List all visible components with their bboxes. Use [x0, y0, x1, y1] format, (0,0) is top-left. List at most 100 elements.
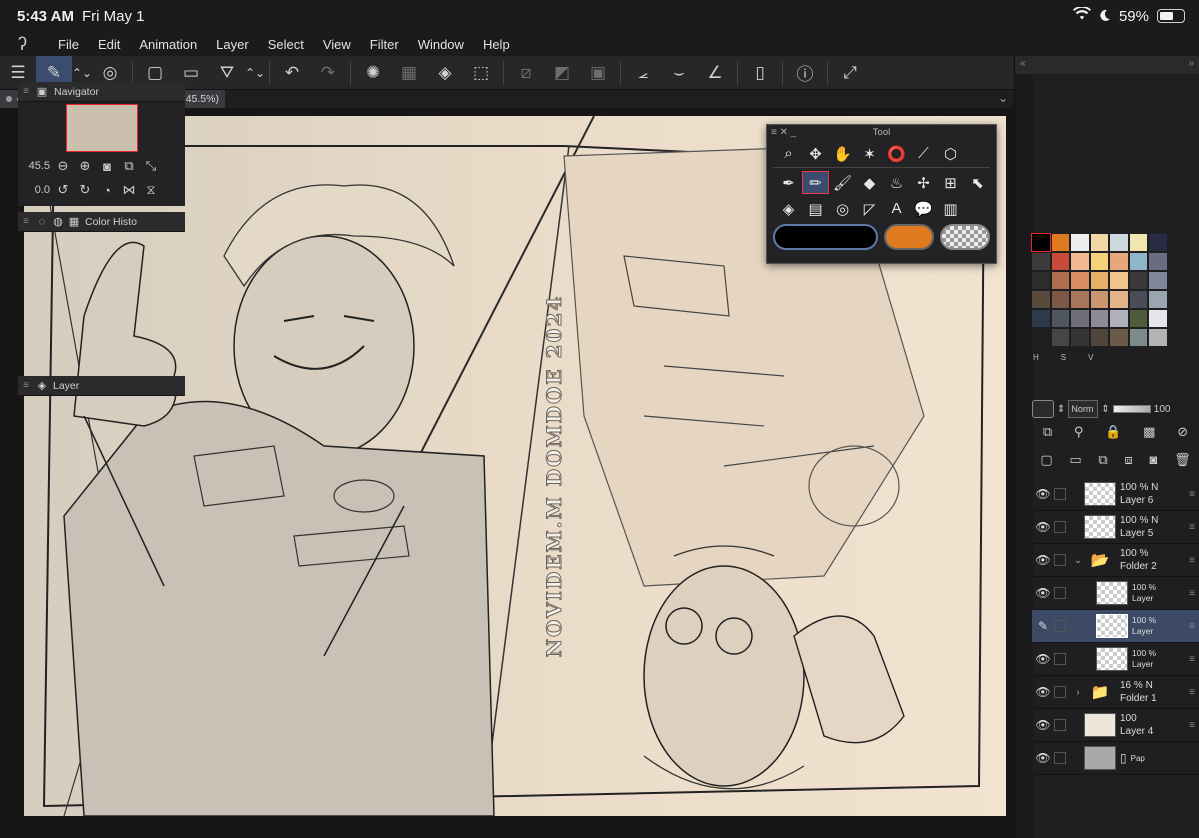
brush-tool-icon[interactable]: 🖌: [829, 171, 856, 194]
color-history-swatch[interactable]: [1051, 253, 1069, 270]
blend-mode-select[interactable]: Norm: [1068, 400, 1099, 418]
pencil-tool-icon[interactable]: ✏: [802, 171, 829, 194]
opacity-value[interactable]: 100: [1154, 404, 1171, 415]
main-color-swatch[interactable]: [773, 224, 878, 250]
color-history-swatch[interactable]: [1090, 253, 1108, 270]
transform-icon[interactable]: ⬚: [463, 56, 499, 90]
app-logo-icon[interactable]: ʔ: [0, 34, 58, 55]
zoom-tool-icon[interactable]: ⌕: [775, 142, 802, 165]
color-history-swatch[interactable]: [1071, 234, 1089, 251]
deselect-icon[interactable]: ⧄: [508, 56, 544, 90]
layer-row[interactable]: 👁 100 % Layer ≡: [1032, 643, 1199, 676]
layer-row[interactable]: 👁 100 % N Layer 6 ≡: [1032, 478, 1199, 511]
layer-drag-handle-icon[interactable]: ≡: [1189, 687, 1195, 698]
zoom-out-icon[interactable]: ⊖: [54, 158, 72, 174]
visibility-eye-icon[interactable]: 👁: [1032, 520, 1054, 534]
reference-icon[interactable]: ⚲: [1074, 424, 1084, 440]
color-history-swatch[interactable]: [1149, 272, 1167, 289]
layer-row-selected[interactable]: ✎ 100 % Layer ≡: [1032, 610, 1199, 643]
layer-checkbox[interactable]: [1054, 752, 1066, 764]
decoration-tool-icon[interactable]: ✢: [910, 171, 937, 194]
layer-header[interactable]: ≡ ◈ Layer: [18, 376, 185, 396]
visibility-eye-icon[interactable]: 👁: [1032, 487, 1054, 501]
operation-tool-icon[interactable]: ⬡: [937, 142, 964, 165]
layer-mask-icon[interactable]: ◙: [1149, 452, 1157, 468]
new-folder-icon[interactable]: ▭: [1069, 452, 1081, 468]
layer-drag-handle-icon[interactable]: ≡: [1189, 489, 1195, 500]
color-history-swatch[interactable]: [1110, 310, 1128, 327]
layer-grip-icon[interactable]: ≡: [18, 380, 34, 391]
color-history-swatch[interactable]: [1031, 233, 1051, 252]
figure-tool-icon[interactable]: ⊞: [937, 171, 964, 194]
blend-mode-chevron-icon[interactable]: ⇕: [1101, 404, 1109, 415]
color-history-swatch[interactable]: [1032, 272, 1050, 289]
color-history-swatch[interactable]: [1051, 329, 1069, 346]
color-history-swatch[interactable]: [1032, 329, 1050, 346]
sub-color-swatch[interactable]: [884, 224, 934, 250]
opacity-slider[interactable]: [1112, 405, 1151, 413]
layer-drag-handle-icon[interactable]: ≡: [1189, 654, 1195, 665]
color-history-swatch[interactable]: [1051, 234, 1069, 251]
folder-row[interactable]: 👁 › 📁 16 % N Folder 1 ≡: [1032, 676, 1199, 709]
menu-file[interactable]: File: [58, 37, 79, 52]
color-history-swatch[interactable]: [1129, 329, 1147, 346]
visibility-eye-icon[interactable]: 👁: [1032, 652, 1054, 666]
frame-tool-icon[interactable]: ▥: [937, 197, 964, 220]
color-history-swatch[interactable]: [1149, 234, 1167, 251]
color-wheel-tab-icon[interactable]: ◍: [50, 215, 66, 228]
flip-vertical-icon[interactable]: ⧖: [142, 182, 160, 198]
hand-tool-icon[interactable]: ✋: [829, 142, 856, 165]
selection-border-icon[interactable]: ▣: [580, 56, 616, 90]
color-history-header[interactable]: ≡ ◌ ◍ ▦ Color Histo: [18, 212, 185, 232]
save-options-chevron-icon[interactable]: ⌃⌄: [245, 56, 265, 90]
gradient-tool-icon[interactable]: ▤: [802, 197, 829, 220]
fullscreen-icon[interactable]: ⤢: [832, 56, 868, 90]
color-history-swatch[interactable]: [1071, 310, 1089, 327]
visibility-eye-icon[interactable]: 👁: [1032, 718, 1054, 732]
menu-view[interactable]: View: [323, 37, 351, 52]
layer-drag-handle-icon[interactable]: ≡: [1189, 522, 1195, 533]
color-history-grip-icon[interactable]: ≡: [18, 216, 34, 227]
color-history-swatch[interactable]: [1129, 291, 1147, 308]
layer-checkbox[interactable]: [1054, 488, 1066, 500]
menu-edit[interactable]: Edit: [98, 37, 120, 52]
visibility-eye-icon[interactable]: 👁: [1032, 553, 1054, 567]
collapse-right-icon[interactable]: »: [1188, 58, 1194, 69]
layer-checkbox[interactable]: [1054, 686, 1066, 698]
layer-row[interactable]: 👁 100 Layer 4 ≡: [1032, 709, 1199, 742]
color-history-swatch[interactable]: [1071, 253, 1089, 270]
color-history-swatch[interactable]: [1051, 272, 1069, 289]
color-history-swatch[interactable]: [1149, 291, 1167, 308]
color-history-swatch[interactable]: [1129, 272, 1147, 289]
auto-select-tool-icon[interactable]: ✶: [856, 142, 883, 165]
move-tool-icon[interactable]: ✥: [802, 142, 829, 165]
color-history-swatch[interactable]: [1129, 253, 1147, 270]
color-history-swatch[interactable]: [1110, 329, 1128, 346]
color-history-swatch[interactable]: [1110, 272, 1128, 289]
color-history-swatch[interactable]: [1090, 329, 1108, 346]
color-history-swatch[interactable]: [1032, 310, 1050, 327]
paper-layer-row[interactable]: 👁 ▯ Pap: [1032, 742, 1199, 775]
menu-filter[interactable]: Filter: [370, 37, 399, 52]
zoom-in-icon[interactable]: ⊕: [76, 158, 94, 174]
save-icon[interactable]: ⛛: [209, 56, 245, 90]
transparent-color-swatch[interactable]: [940, 224, 990, 250]
collapse-left-icon[interactable]: «: [1020, 58, 1026, 69]
lasso-tool-icon[interactable]: ⭕: [883, 142, 910, 165]
folder-collapse-chevron-icon[interactable]: ›: [1072, 687, 1084, 697]
delete-layer-icon[interactable]: 🗑: [1174, 452, 1191, 468]
lock-icon[interactable]: 🔒: [1105, 424, 1121, 440]
clip-icon[interactable]: ⧉: [1043, 424, 1052, 440]
merge-layer-icon[interactable]: ⧈: [1124, 452, 1132, 468]
menu-layer[interactable]: Layer: [216, 37, 249, 52]
visibility-eye-icon[interactable]: 👁: [1032, 586, 1054, 600]
layer-drag-handle-icon[interactable]: ≡: [1189, 720, 1195, 731]
color-history-swatch[interactable]: [1090, 272, 1108, 289]
zoom-actual-icon[interactable]: ⧉: [120, 158, 138, 174]
ruler-snap-icon[interactable]: ⦟: [625, 56, 661, 90]
layer-checkbox[interactable]: [1054, 554, 1066, 566]
color-history-swatch[interactable]: [1110, 291, 1128, 308]
rotate-right-icon[interactable]: ↻: [76, 182, 94, 198]
menu-select[interactable]: Select: [268, 37, 304, 52]
blend-tool-icon[interactable]: ◎: [829, 197, 856, 220]
